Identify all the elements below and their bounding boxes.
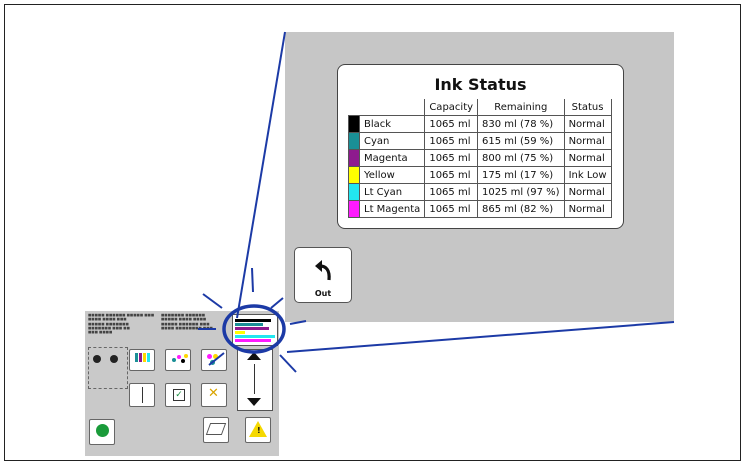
thumbnail-tile-tools: ✕ xyxy=(201,383,227,407)
thumbnail-tile-purge xyxy=(165,349,191,371)
control-panel-thumbnail: ■■■■■ ■■■■■■ ■■■■■ ■■■ ■■■■ ■■■■ ■■■ ■■■■■… xyxy=(85,311,279,456)
remaining-cell: 865 ml (82 %) xyxy=(477,200,565,218)
ink-name-cell: Lt Cyan xyxy=(358,183,426,201)
ink-status-table: Capacity Remaining Status Black 1065 ml 83… xyxy=(348,99,612,218)
table-header-row: Capacity Remaining Status xyxy=(349,99,612,116)
ink-name-cell: Yellow xyxy=(358,166,426,184)
capacity-cell: 1065 ml xyxy=(424,115,479,133)
ink-status-title: Ink Status xyxy=(434,75,527,94)
table-row: Yellow 1065 ml 175 ml (17 %) Ink Low xyxy=(348,166,612,184)
curved-back-arrow-icon xyxy=(315,260,331,281)
ink-name-cell: Black xyxy=(358,115,426,133)
ink-color-swatch xyxy=(348,149,360,167)
thumbnail-gauge-area xyxy=(88,347,128,389)
remaining-cell: 615 ml (59 %) xyxy=(477,132,565,150)
remaining-cell: 175 ml (17 %) xyxy=(477,166,565,184)
capacity-cell: 1065 ml xyxy=(424,200,479,218)
table-row: Lt Cyan 1065 ml 1025 ml (97 %) Normal xyxy=(348,183,612,201)
status-cell: Ink Low xyxy=(563,166,612,184)
thumbnail-tile-attention: ! xyxy=(245,417,271,443)
status-cell: Normal xyxy=(563,200,612,218)
thumbnail-tile-settings: ✓ xyxy=(165,383,191,407)
capacity-cell: 1065 ml xyxy=(424,183,479,201)
remaining-cell: 1025 ml (97 %) xyxy=(477,183,565,201)
thumbnail-tile-printer-sync xyxy=(129,349,155,371)
capacity-cell: 1065 ml xyxy=(424,132,479,150)
thumbnail-tile-ink-fill xyxy=(201,349,227,371)
thumbnail-tile-unload-media xyxy=(203,417,229,443)
out-button-label: Out xyxy=(314,289,332,298)
column-header-remaining: Remaining xyxy=(477,99,565,116)
thumbnail-tile-calibration xyxy=(129,383,155,407)
capacity-cell: 1065 ml xyxy=(424,166,479,184)
ink-color-swatch xyxy=(348,132,360,150)
status-cell: Normal xyxy=(563,183,612,201)
ink-name-cell: Cyan xyxy=(358,132,426,150)
capacity-cell: 1065 ml xyxy=(424,149,479,167)
ink-color-swatch xyxy=(348,115,360,133)
remaining-cell: 800 ml (75 %) xyxy=(477,149,565,167)
column-header-capacity: Capacity xyxy=(424,99,479,116)
table-row: Cyan 1065 ml 615 ml (59 %) Normal xyxy=(348,132,612,150)
ink-color-swatch xyxy=(348,183,360,201)
table-row: Black 1065 ml 830 ml (78 %) Normal xyxy=(348,115,612,133)
thumbnail-text-block: ■■■■■■■ ■■■■■■ ■■■■■ ■■■■ ■■■■ ■■■■■ ■■■■■… xyxy=(161,313,213,330)
ink-color-swatch xyxy=(348,200,360,218)
thumbnail-scroll-column xyxy=(237,349,273,411)
out-button[interactable]: Out xyxy=(294,247,352,303)
ink-name-cell: Magenta xyxy=(358,149,426,167)
status-cell: Normal xyxy=(563,132,612,150)
thumbnail-ink-levels xyxy=(232,314,278,346)
remaining-cell: 830 ml (78 %) xyxy=(477,115,565,133)
ink-color-swatch xyxy=(348,166,360,184)
table-row: Magenta 1065 ml 800 ml (75 %) Normal xyxy=(348,149,612,167)
thumbnail-tile-offline xyxy=(89,419,115,445)
status-cell: Normal xyxy=(563,149,612,167)
ink-name-cell: Lt Magenta xyxy=(358,200,426,218)
table-row: Lt Magenta 1065 ml 865 ml (82 %) Normal xyxy=(348,200,612,218)
column-header-status: Status xyxy=(563,99,612,116)
status-cell: Normal xyxy=(563,115,612,133)
ink-status-card: Ink Status Capacity Remaining Status Bla… xyxy=(337,64,624,229)
thumbnail-text-block: ■■■■■ ■■■■■■ ■■■■■ ■■■ ■■■■ ■■■■ ■■■ ■■■■■… xyxy=(88,313,155,335)
